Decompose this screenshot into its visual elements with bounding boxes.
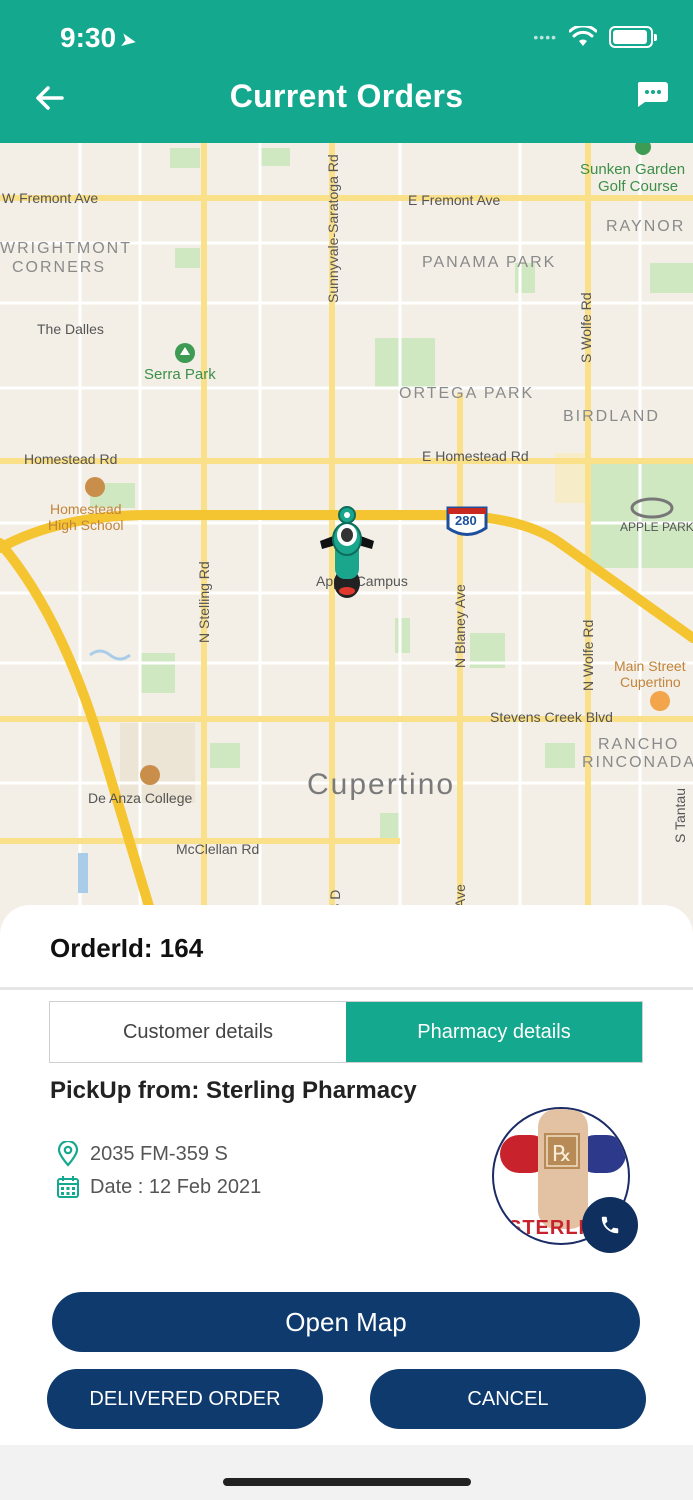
header: 9:30 ➤ •••• Current Orders [0, 0, 693, 143]
details-tabs: Customer details Pharmacy details [49, 1001, 643, 1063]
map-label: Homestead Rd [24, 451, 118, 467]
chat-icon[interactable] [635, 80, 669, 108]
map-label: Sunnyvale-Saratoga Rd [325, 154, 341, 303]
map-label: Golf Course [598, 178, 679, 195]
open-map-button[interactable]: Open Map [52, 1292, 640, 1352]
map-label: Sunken Garden [580, 161, 686, 178]
tab-customer-details[interactable]: Customer details [50, 1002, 346, 1062]
map-label: High School [48, 517, 124, 533]
map-label: Stevens Creek Blvd [490, 709, 613, 725]
map-label: N Stelling Rd [196, 561, 212, 643]
calendar-icon [57, 1176, 79, 1198]
status-icons: •••• [533, 26, 657, 48]
delivered-order-button[interactable]: DELIVERED ORDER [47, 1369, 323, 1429]
map-label: N Wolfe Rd [580, 619, 596, 691]
delivery-rider-icon [320, 506, 374, 598]
map-label: McClellan Rd [176, 841, 260, 857]
tab-pharmacy-details[interactable]: Pharmacy details [346, 1002, 642, 1062]
wifi-icon [569, 26, 597, 46]
status-time: 9:30 ➤ [60, 22, 139, 54]
signal-icon: •••• [533, 29, 557, 45]
map-label: E Homestead Rd [422, 448, 529, 464]
map-label: BIRDLAND [563, 408, 660, 425]
map-label: S Tantau [672, 787, 688, 843]
location-arrow-icon: ➤ [118, 28, 139, 54]
address-row: 2035 FM-359 S [56, 1141, 228, 1167]
order-id: OrderId: 164 [50, 933, 204, 963]
divider [0, 987, 693, 990]
map-label: RINCONADA [582, 754, 693, 771]
cancel-button[interactable]: CANCEL [370, 1369, 646, 1429]
svg-text:℞: ℞ [552, 1141, 572, 1166]
map-label: ORTEGA PARK [399, 385, 535, 402]
map-label: W Fremont Ave [2, 190, 99, 206]
date-row: Date : 12 Feb 2021 [56, 1175, 261, 1199]
map-label: APPLE PARK [620, 520, 693, 534]
map-label: Homestead [50, 501, 122, 517]
order-details-sheet: OrderId: 164 Customer details Pharmacy d… [0, 905, 693, 1445]
map-label: Cupertino [620, 674, 681, 690]
map-label: N Blaney Ave [452, 584, 468, 668]
map-label: PANAMA PARK [422, 254, 557, 271]
page-title: Current Orders [229, 78, 464, 114]
map-label: De Anza College [88, 790, 193, 806]
address-text: 2035 FM-359 S [90, 1142, 228, 1165]
pharmacy-logo-text: STERLI [508, 1217, 586, 1239]
call-button[interactable] [582, 1197, 638, 1253]
map-label: WRIGHTMONT [0, 240, 132, 257]
map-label: Serra Park [144, 366, 216, 383]
map-label: E Fremont Ave [408, 192, 501, 208]
battery-icon [609, 26, 657, 48]
map-label: CORNERS [12, 259, 107, 276]
map-label: RANCHO [598, 736, 680, 753]
highway-shield-label: 280 [455, 513, 477, 528]
home-indicator [223, 1478, 471, 1486]
map-label: Main Street [614, 658, 686, 674]
date-text: Date : 12 Feb 2021 [90, 1175, 262, 1198]
location-pin-icon [57, 1141, 79, 1167]
map-label: S Wolfe Rd [578, 292, 594, 363]
map-label: The Dalles [37, 321, 104, 337]
map-label: Cupertino [307, 768, 456, 801]
map-view[interactable]: W Fremont Ave E Fremont Ave Sunken Garde… [0, 143, 693, 943]
pickup-title: PickUp from: Sterling Pharmacy [50, 1077, 417, 1104]
map-label: RAYNOR [606, 218, 686, 235]
phone-icon [601, 1216, 619, 1234]
